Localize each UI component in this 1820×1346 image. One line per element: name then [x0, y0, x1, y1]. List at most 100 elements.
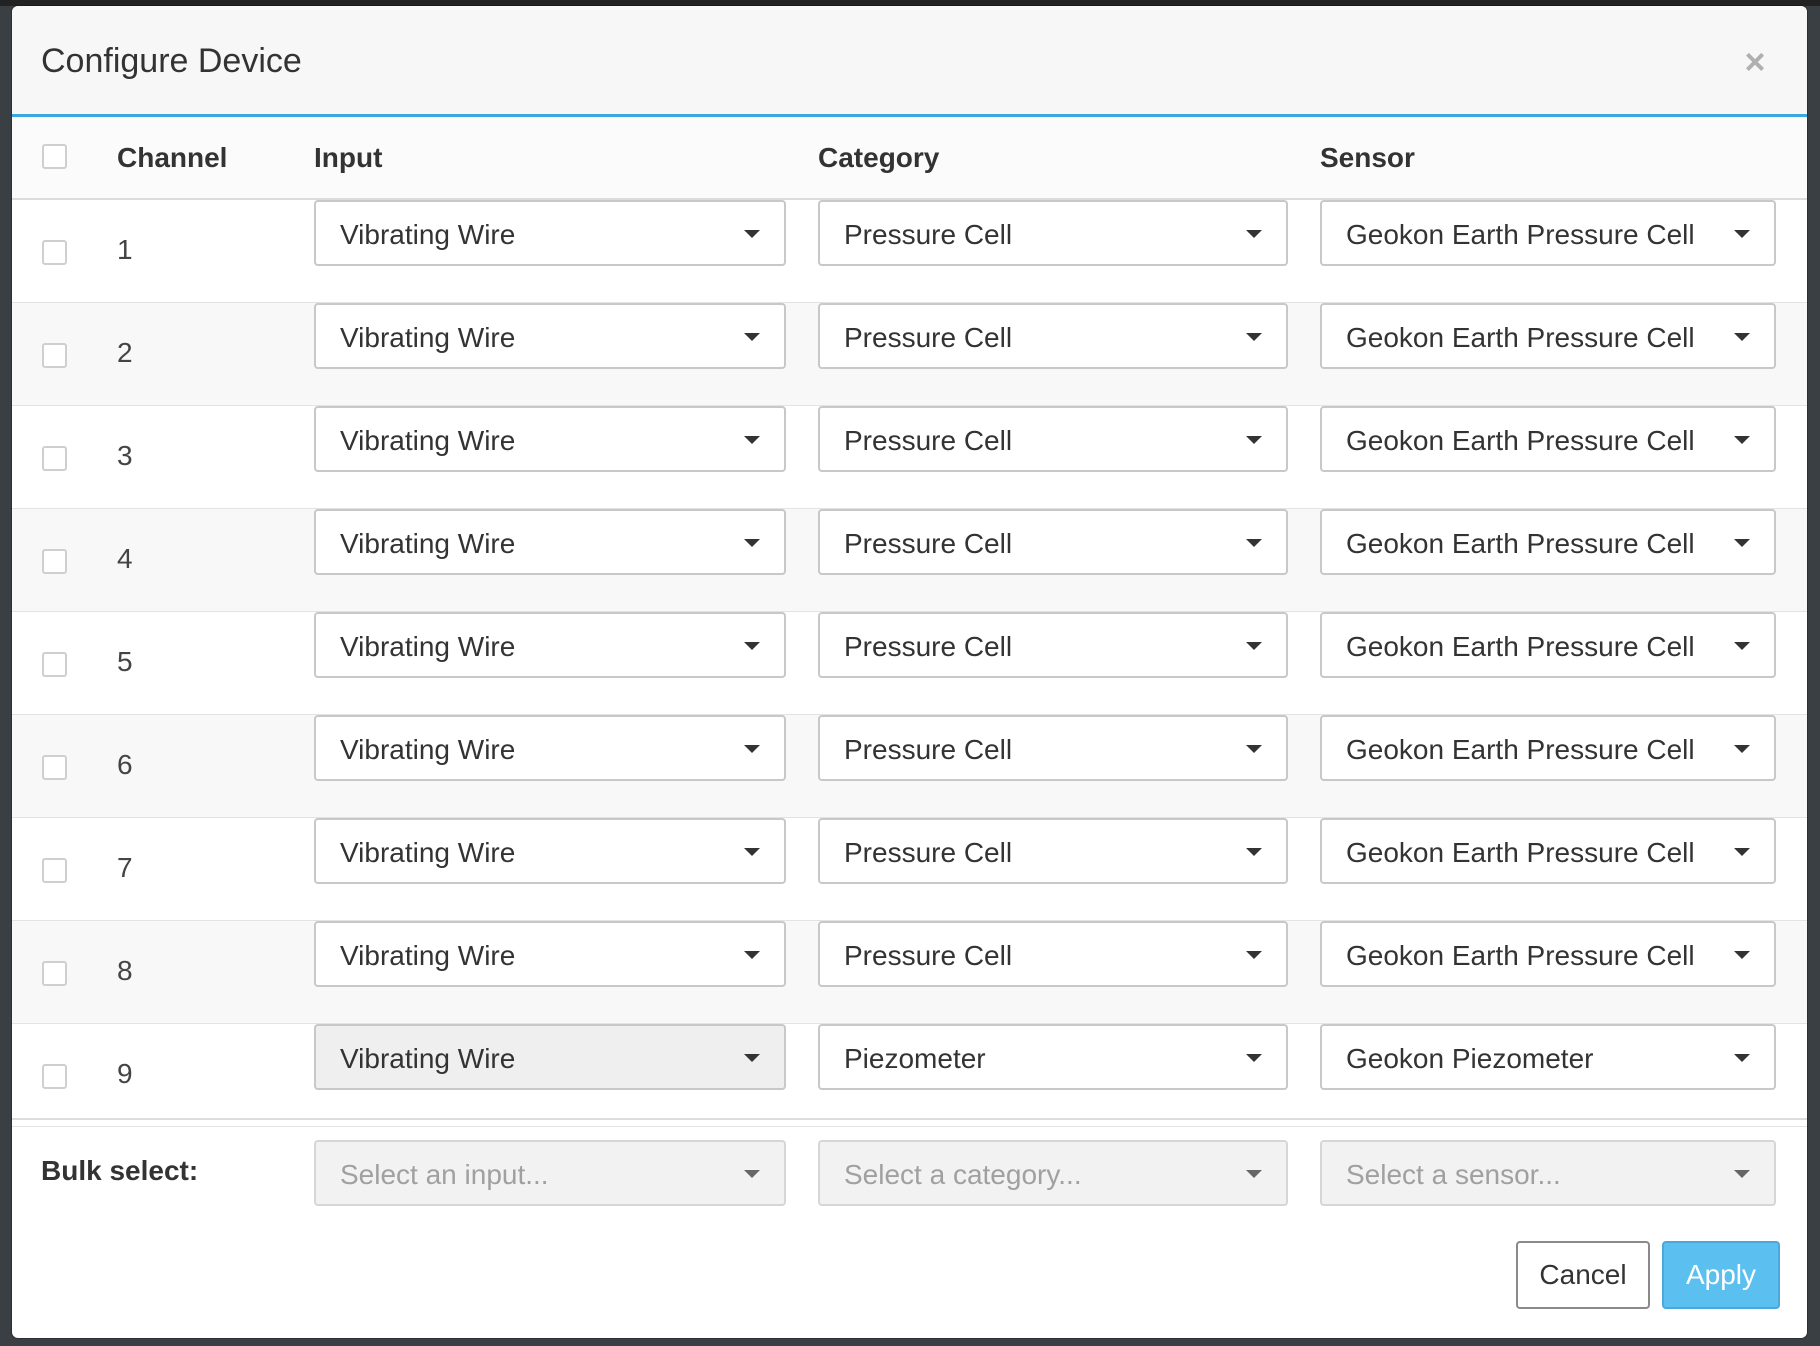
input-select[interactable]: Vibrating Wire: [314, 921, 786, 987]
bulk-input-select[interactable]: Select an input...: [314, 1140, 786, 1206]
chevron-down-icon: [1734, 642, 1750, 650]
chevron-down-icon: [744, 333, 760, 341]
category-select[interactable]: Pressure Cell: [818, 921, 1288, 987]
bulk-sensor-placeholder: Select a sensor...: [1346, 1159, 1561, 1190]
sensor-value: Geokon Earth Pressure Cell: [1346, 940, 1695, 971]
bulk-category-select[interactable]: Select a category...: [818, 1140, 1288, 1206]
sensor-select[interactable]: Geokon Earth Pressure Cell: [1320, 715, 1776, 781]
sensor-value: Geokon Piezometer: [1346, 1043, 1594, 1074]
bulk-category-placeholder: Select a category...: [844, 1159, 1082, 1190]
sensor-select[interactable]: Geokon Earth Pressure Cell: [1320, 509, 1776, 575]
category-select[interactable]: Pressure Cell: [818, 715, 1288, 781]
chevron-down-icon: [1734, 230, 1750, 238]
channel-table-body: 1 Vibrating Wire Pressure Cell Geokon Earth…: [12, 200, 1807, 1127]
category-select[interactable]: Pressure Cell: [818, 509, 1288, 575]
sensor-value: Geokon Earth Pressure Cell: [1346, 734, 1695, 765]
category-value: Pressure Cell: [844, 322, 1013, 353]
row-checkbox[interactable]: [42, 446, 67, 471]
channel-number: 6: [117, 749, 133, 780]
header-sensor: Sensor: [1320, 142, 1415, 173]
channel-number: 3: [117, 440, 133, 471]
row-checkbox[interactable]: [42, 858, 67, 883]
chevron-down-icon: [1734, 951, 1750, 959]
chevron-down-icon: [1246, 436, 1262, 444]
input-select[interactable]: Vibrating Wire: [314, 200, 786, 266]
header-channel: Channel: [117, 142, 228, 173]
sensor-select[interactable]: Geokon Piezometer: [1320, 1024, 1776, 1090]
category-select[interactable]: Pressure Cell: [818, 303, 1288, 369]
bulk-input-placeholder: Select an input...: [340, 1159, 549, 1190]
cancel-button[interactable]: Cancel: [1516, 1241, 1650, 1309]
category-select[interactable]: Pressure Cell: [818, 406, 1288, 472]
row-checkbox[interactable]: [42, 961, 67, 986]
bulk-select-label: Bulk select:: [41, 1155, 199, 1186]
sensor-select[interactable]: Geokon Earth Pressure Cell: [1320, 612, 1776, 678]
input-value: Vibrating Wire: [340, 219, 516, 250]
channel-number: 7: [117, 852, 133, 883]
row-checkbox[interactable]: [42, 652, 67, 677]
input-select[interactable]: Vibrating Wire: [314, 1024, 786, 1090]
chevron-down-icon: [744, 1054, 760, 1062]
input-select[interactable]: Vibrating Wire: [314, 406, 786, 472]
chevron-down-icon: [1734, 436, 1750, 444]
chevron-down-icon: [1246, 848, 1262, 856]
chevron-down-icon: [1246, 1054, 1262, 1062]
sensor-select[interactable]: Geokon Earth Pressure Cell: [1320, 818, 1776, 884]
input-select[interactable]: Vibrating Wire: [314, 509, 786, 575]
sensor-select[interactable]: Geokon Earth Pressure Cell: [1320, 406, 1776, 472]
close-icon[interactable]: ×: [1735, 42, 1775, 82]
sensor-value: Geokon Earth Pressure Cell: [1346, 528, 1695, 559]
sensor-value: Geokon Earth Pressure Cell: [1346, 322, 1695, 353]
row-checkbox[interactable]: [42, 240, 67, 265]
input-select[interactable]: Vibrating Wire: [314, 818, 786, 884]
channel-number: 9: [117, 1058, 133, 1089]
table-row: 2 Vibrating Wire Pressure Cell Geokon Earth…: [12, 303, 1807, 406]
sensor-select[interactable]: Geokon Earth Pressure Cell: [1320, 303, 1776, 369]
chevron-down-icon: [1734, 1054, 1750, 1062]
chevron-down-icon: [744, 642, 760, 650]
table-row: 7 Vibrating Wire Pressure Cell Geokon Earth…: [12, 818, 1807, 921]
category-select[interactable]: Pressure Cell: [818, 200, 1288, 266]
input-select[interactable]: Vibrating Wire: [314, 612, 786, 678]
row-checkbox[interactable]: [42, 343, 67, 368]
input-select[interactable]: Vibrating Wire: [314, 303, 786, 369]
input-value: Vibrating Wire: [340, 322, 516, 353]
chevron-down-icon: [1246, 333, 1262, 341]
chevron-down-icon: [744, 951, 760, 959]
channel-number: 5: [117, 646, 133, 677]
category-select[interactable]: Piezometer: [818, 1024, 1288, 1090]
category-value: Pressure Cell: [844, 940, 1013, 971]
category-value: Pressure Cell: [844, 425, 1013, 456]
table-header: Channel Input Category Sensor: [12, 117, 1807, 200]
chevron-down-icon: [1246, 1170, 1262, 1178]
category-value: Pressure Cell: [844, 631, 1013, 662]
sensor-select[interactable]: Geokon Earth Pressure Cell: [1320, 200, 1776, 266]
sensor-value: Geokon Earth Pressure Cell: [1346, 219, 1695, 250]
row-checkbox[interactable]: [42, 1064, 67, 1089]
channel-number: 2: [117, 337, 133, 368]
input-value: Vibrating Wire: [340, 1043, 516, 1074]
apply-button[interactable]: Apply: [1662, 1241, 1780, 1309]
chevron-down-icon: [1734, 848, 1750, 856]
channel-number: 4: [117, 543, 133, 574]
chevron-down-icon: [1246, 951, 1262, 959]
chevron-down-icon: [1246, 230, 1262, 238]
chevron-down-icon: [744, 848, 760, 856]
channel-number: 1: [117, 234, 133, 265]
select-all-checkbox[interactable]: [42, 144, 67, 169]
category-select[interactable]: Pressure Cell: [818, 818, 1288, 884]
header-category: Category: [818, 142, 940, 173]
dialog-title: Configure Device: [41, 42, 302, 80]
category-select[interactable]: Pressure Cell: [818, 612, 1288, 678]
row-checkbox[interactable]: [42, 549, 67, 574]
row-checkbox[interactable]: [42, 755, 67, 780]
sensor-select[interactable]: Geokon Earth Pressure Cell: [1320, 921, 1776, 987]
sensor-value: Geokon Earth Pressure Cell: [1346, 425, 1695, 456]
input-select[interactable]: Vibrating Wire: [314, 715, 786, 781]
table-row: 9 Vibrating Wire Piezometer Geokon Piezomet…: [12, 1024, 1807, 1127]
table-row: 8 Vibrating Wire Pressure Cell Geokon Earth…: [12, 921, 1807, 1024]
table-row: 6 Vibrating Wire Pressure Cell Geokon Earth…: [12, 715, 1807, 818]
sensor-value: Geokon Earth Pressure Cell: [1346, 631, 1695, 662]
bulk-sensor-select[interactable]: Select a sensor...: [1320, 1140, 1776, 1206]
table-row: 3 Vibrating Wire Pressure Cell Geokon Earth…: [12, 406, 1807, 509]
